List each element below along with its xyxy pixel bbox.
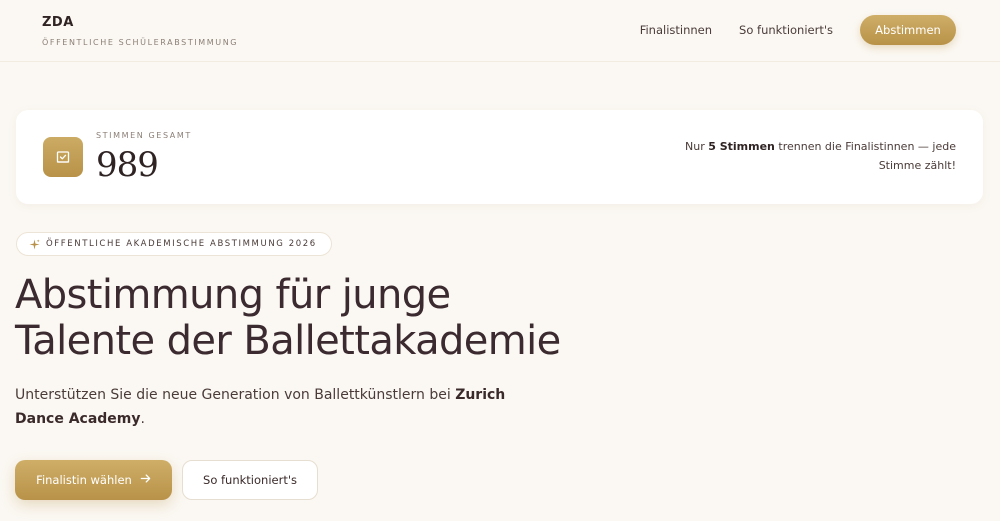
voting-badge: ÖFFENTLICHE AKADEMISCHE ABSTIMMUNG 2026 (16, 232, 332, 256)
voting-badge-text: ÖFFENTLICHE AKADEMISCHE ABSTIMMUNG 2026 (46, 239, 317, 249)
vote-gap-note-suffix: trennen die Finalistinnen — jede Stimme … (774, 140, 956, 172)
hero-description: Unterstützen Sie die neue Generation von… (15, 383, 515, 431)
sparkle-icon (29, 235, 40, 254)
ballot-box-icon (43, 137, 83, 177)
nav-link-finalists[interactable]: Finalistinnen (640, 15, 712, 45)
how-it-works-button[interactable]: So funktioniert's (182, 460, 318, 500)
vote-gap-highlight: 5 Stimmen (708, 140, 775, 153)
vote-gap-note-prefix: Nur (685, 140, 709, 153)
site-header: ZDA ÖFFENTLICHE SCHÜLERABSTIMMUNG Finali… (0, 0, 1000, 62)
brand[interactable]: ZDA ÖFFENTLICHE SCHÜLERABSTIMMUNG (42, 15, 238, 47)
hero-desc-suffix: . (140, 411, 145, 427)
total-votes-label: STIMMEN GESAMT (96, 131, 192, 140)
hero-title: Abstimmung für junge Talente der Balletta… (15, 272, 635, 364)
main-nav: Finalistinnen So funktioniert's Abstimme… (640, 15, 956, 45)
nav-vote-button[interactable]: Abstimmen (860, 15, 956, 45)
hero-desc-prefix: Unterstützen Sie die neue Generation von… (15, 387, 456, 403)
total-votes-value: 989 (96, 145, 159, 185)
brand-name: ZDA (42, 15, 74, 30)
choose-finalist-button[interactable]: Finalistin wählen (15, 460, 172, 500)
brand-subtitle: ÖFFENTLICHE SCHÜLERABSTIMMUNG (42, 38, 239, 47)
hero-title-line1: Abstimmung für junge (15, 272, 451, 318)
arrow-right-icon (140, 473, 151, 487)
how-it-works-label: So funktioniert's (203, 473, 297, 487)
choose-finalist-label: Finalistin wählen (36, 473, 132, 487)
total-votes-card: STIMMEN GESAMT 989 Nur 5 Stimmen trennen… (16, 110, 983, 204)
vote-gap-note: Nur 5 Stimmen trennen die Finalistinnen … (676, 137, 956, 175)
hero-title-line2: Talente der Ballettakademie (15, 318, 561, 364)
nav-link-how-it-works[interactable]: So funktioniert's (739, 15, 833, 45)
